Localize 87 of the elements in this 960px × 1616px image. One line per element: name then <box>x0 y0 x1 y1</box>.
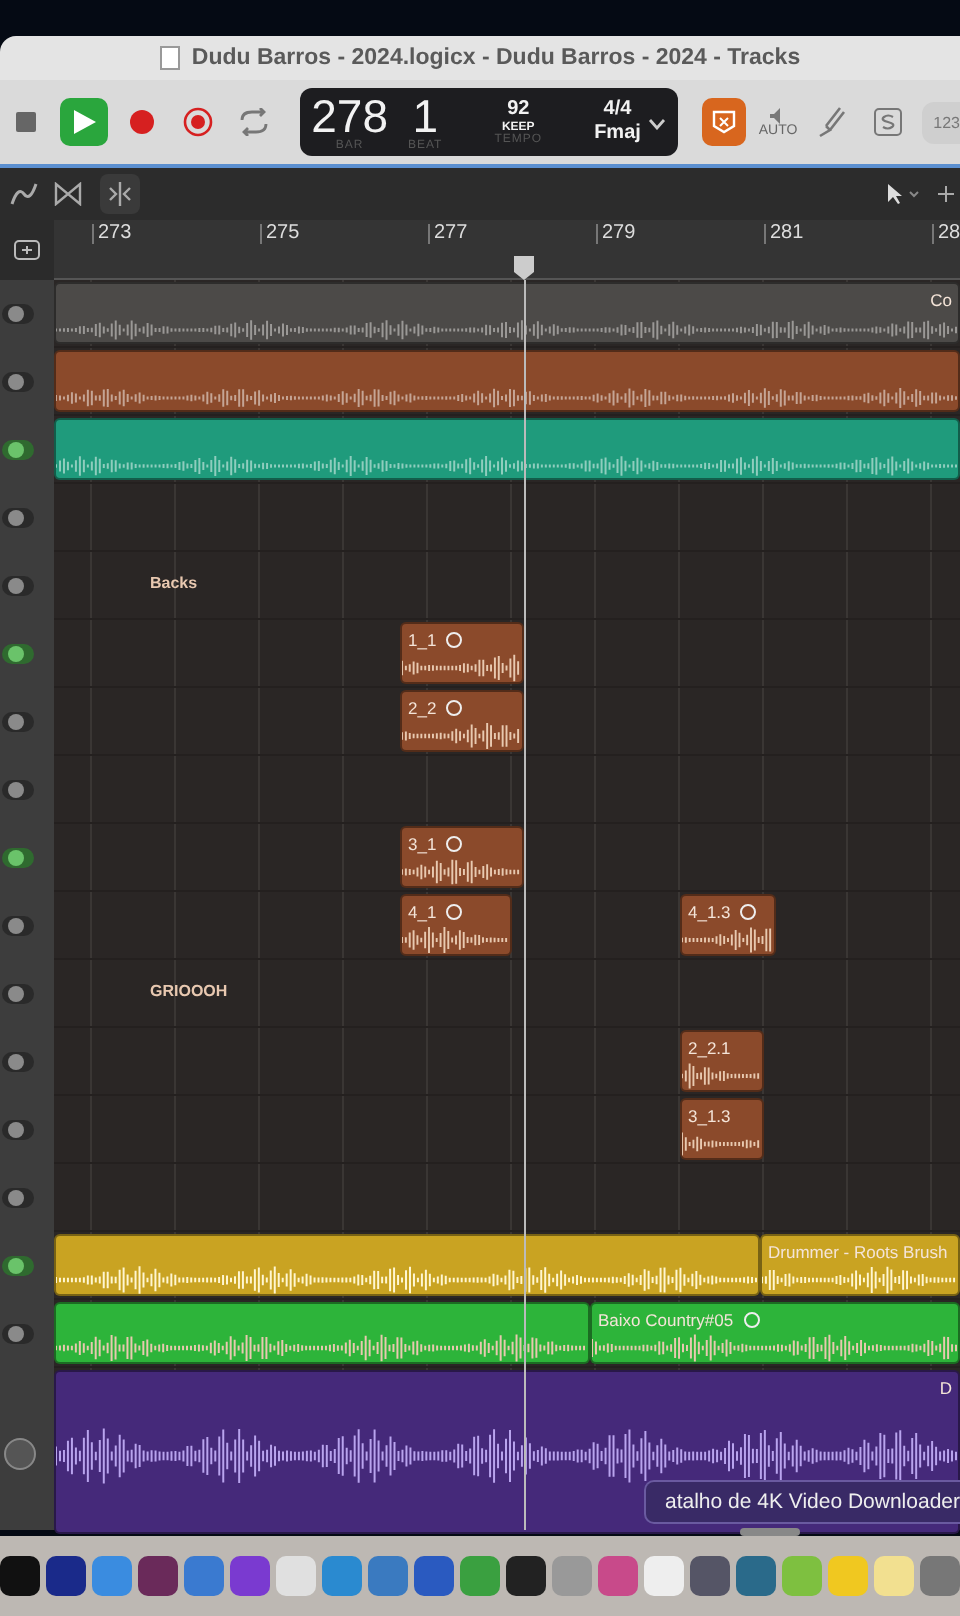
track-toggle[interactable] <box>2 780 34 800</box>
track-toggle[interactable] <box>2 440 34 460</box>
tuning-fork-icon <box>815 106 848 138</box>
bar-number: 275 <box>260 224 300 244</box>
region-name: Baixo Country#05 <box>598 1309 734 1329</box>
audio-waveform <box>402 722 522 750</box>
bar-number: 281 <box>764 224 804 244</box>
snap-button[interactable] <box>100 174 140 214</box>
region-name: 2_2 <box>408 697 437 717</box>
audio-waveform <box>402 858 522 886</box>
capture-icon <box>181 106 214 138</box>
track-toggle[interactable] <box>2 1324 34 1344</box>
audio-region[interactable]: 2_2 <box>400 690 524 752</box>
audio-region[interactable]: 4_1.3 <box>680 894 776 956</box>
track-toggle[interactable] <box>2 1188 34 1208</box>
key-signature: Fmaj <box>594 122 641 146</box>
add-track-icon[interactable] <box>14 240 40 260</box>
track-toggle[interactable] <box>2 1052 34 1072</box>
record-icon <box>127 108 156 136</box>
region-name: 4_1 <box>408 901 437 921</box>
counter-display[interactable]: 123 <box>921 101 960 143</box>
tooltip: atalho de 4K Video Downloader <box>643 1480 960 1524</box>
region-name: Co <box>930 290 952 310</box>
document-icon <box>159 46 180 70</box>
audio-waveform <box>682 1130 762 1158</box>
bar-number: 279 <box>596 224 636 244</box>
solo-icon <box>873 108 902 136</box>
audio-region[interactable] <box>54 418 960 480</box>
track-toggle[interactable] <box>2 712 34 732</box>
app-icon[interactable] <box>506 1556 546 1596</box>
track-toggle[interactable] <box>2 848 34 868</box>
region-name: 1_1 <box>408 629 437 649</box>
app-icon[interactable] <box>46 1556 86 1596</box>
audio-waveform <box>682 926 774 954</box>
pointer-icon <box>886 182 922 206</box>
folder-label: GRIOOOH <box>150 982 228 1000</box>
app-icon[interactable] <box>0 1556 40 1596</box>
scrollbar-thumb[interactable] <box>740 1528 800 1536</box>
bar-number: 277 <box>428 224 468 244</box>
play-button[interactable] <box>59 98 108 146</box>
cycle-icon <box>237 108 270 136</box>
audio-waveform <box>402 654 522 682</box>
smart-controls-button[interactable] <box>702 98 747 146</box>
track-toggle[interactable] <box>2 304 34 324</box>
track-toggle[interactable] <box>2 576 34 596</box>
time-signature: 4/4 <box>603 98 632 122</box>
flex-icon <box>54 182 82 206</box>
bar-value: 278 <box>311 92 388 140</box>
stop-icon <box>15 112 36 132</box>
region-name: 4_1.3 <box>688 901 731 921</box>
bar-number: 28 <box>932 224 960 244</box>
region-name: D <box>939 1378 952 1398</box>
beat-value: 1 <box>412 92 438 140</box>
folder-label: Backs <box>150 574 198 592</box>
track-toggle[interactable] <box>2 508 34 528</box>
play-icon <box>71 108 96 136</box>
bar-number: 273 <box>92 224 132 244</box>
track-toggle[interactable] <box>2 644 34 664</box>
track-toggle[interactable] <box>2 372 34 392</box>
audio-waveform <box>402 926 510 954</box>
playhead-handle[interactable] <box>514 256 534 280</box>
app-icon[interactable] <box>138 1556 178 1596</box>
audio-region[interactable]: 1_1 <box>400 622 524 684</box>
audio-region[interactable]: Co <box>54 282 960 344</box>
curve-icon <box>10 182 38 206</box>
volume-knob[interactable] <box>4 1437 36 1469</box>
audio-region[interactable] <box>54 1234 760 1296</box>
window-title: Dudu Barros - 2024.logicx - Dudu Barros - 2024 - Tracks <box>191 46 801 70</box>
audio-region[interactable]: 4_1 <box>400 894 512 956</box>
region-name: 3_1 <box>408 833 437 853</box>
smart-controls-icon <box>712 110 737 134</box>
caret-icon[interactable] <box>648 118 667 130</box>
audio-region[interactable] <box>54 1302 590 1364</box>
track-toggle[interactable] <box>2 1120 34 1140</box>
region-name: Drummer - Roots Brush <box>768 1241 948 1261</box>
audio-waveform <box>682 1062 762 1090</box>
audio-region[interactable]: 3_1 <box>400 826 524 888</box>
audio-region[interactable]: 3_1.3 <box>680 1098 764 1160</box>
region-name: 3_1.3 <box>688 1105 731 1125</box>
audio-region[interactable]: 2_2.1 <box>680 1030 764 1092</box>
snap-icon <box>106 182 134 206</box>
track-toggle[interactable] <box>2 1256 34 1276</box>
audio-region[interactable] <box>54 350 960 412</box>
region-name: 2_2.1 <box>688 1037 731 1057</box>
track-toggle[interactable] <box>2 984 34 1004</box>
track-toggle[interactable] <box>2 916 34 936</box>
tempo-value: 92 <box>507 98 530 121</box>
